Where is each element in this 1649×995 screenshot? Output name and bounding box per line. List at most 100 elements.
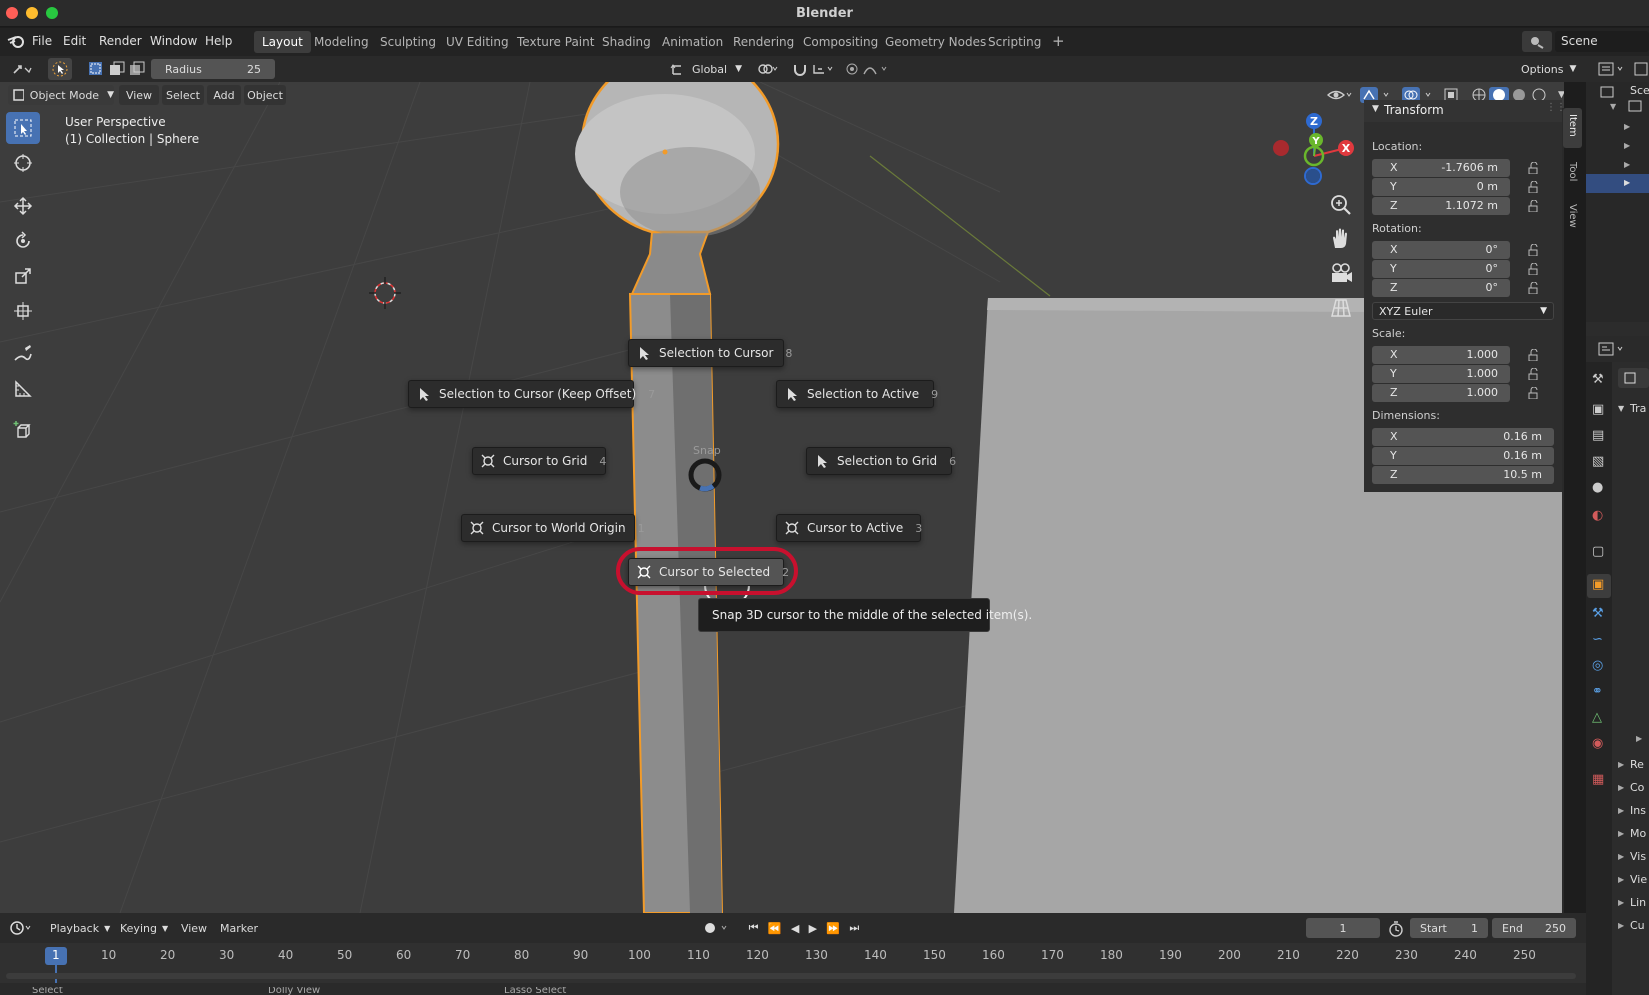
lock-icon[interactable] (1528, 368, 1540, 380)
object-properties-tab[interactable]: ▣ (1587, 574, 1611, 598)
play-reverse-icon[interactable]: ◀ (791, 922, 799, 935)
menu-file[interactable]: File (32, 34, 52, 48)
timeline-editor-type-button[interactable] (6, 918, 38, 938)
tab-rendering[interactable]: Rendering (725, 31, 802, 53)
lock-icon[interactable] (1528, 349, 1540, 361)
marker-menu[interactable]: Marker (216, 918, 262, 938)
lock-icon[interactable] (1528, 200, 1540, 212)
tool-annotate[interactable] (6, 338, 40, 370)
pan-view-hand-icon[interactable] (1328, 226, 1354, 252)
lock-icon[interactable] (1528, 387, 1540, 399)
jump-to-end-icon[interactable]: ⏭ (849, 921, 859, 935)
timeline-scrollbar[interactable] (6, 973, 1576, 979)
pie-cursor-to-world-origin[interactable]: Cursor to World Origin 1 (461, 514, 645, 542)
tab-layout[interactable]: Layout (254, 31, 311, 53)
render-properties-icon[interactable]: ▣ (1592, 402, 1604, 417)
output-properties-icon[interactable]: ▤ (1592, 428, 1604, 443)
properties-section-label[interactable]: Mo (1630, 827, 1646, 840)
dimensions-x-field[interactable]: X 0.16 m (1372, 428, 1554, 446)
end-frame-field[interactable]: End 250 (1492, 918, 1576, 938)
keying-menu[interactable]: Keying ▼ (114, 918, 172, 938)
tool-properties-icon[interactable]: ⚒ (1592, 372, 1604, 387)
scene-selector-button[interactable] (1522, 31, 1552, 52)
scene-properties-icon[interactable]: ● (1592, 480, 1603, 495)
pie-selection-to-grid[interactable]: Selection to Grid 6 (806, 447, 956, 475)
tab-shading[interactable]: Shading (594, 31, 659, 53)
chevron-right-icon[interactable]: ▶ (1624, 141, 1630, 150)
properties-section-label[interactable]: Vie (1630, 873, 1647, 886)
lock-icon[interactable] (1528, 244, 1540, 256)
camera-view-icon[interactable] (1328, 260, 1354, 286)
properties-section-label[interactable]: Vis (1630, 850, 1646, 863)
scale-x-field[interactable]: X 1.000 (1372, 346, 1510, 364)
proportional-edit-group[interactable] (842, 59, 896, 79)
scene-name-field[interactable]: Scene (1555, 31, 1649, 52)
rotation-y-field[interactable]: Y 0° (1372, 260, 1510, 278)
transform-panel-header[interactable]: ▼ Transform ⋮⋮ (1364, 100, 1566, 122)
tab-texture-paint[interactable]: Texture Paint (509, 31, 602, 53)
stopwatch-icon[interactable] (1388, 921, 1404, 937)
tab-view[interactable]: View (1563, 198, 1582, 236)
timeline-view-menu[interactable]: View (176, 918, 212, 938)
properties-section-label[interactable]: Re (1630, 758, 1644, 771)
playback-menu[interactable]: Playback ▼ (44, 918, 112, 938)
texture-checker-icon[interactable]: ▦ (1592, 772, 1604, 787)
tab-compositing[interactable]: Compositing (795, 31, 886, 53)
view-layer-icon[interactable]: ▧ (1592, 454, 1604, 469)
properties-section-label[interactable]: Co (1630, 781, 1644, 794)
rotation-x-field[interactable]: X 0° (1372, 241, 1510, 259)
active-tool-button[interactable] (48, 58, 72, 80)
chevron-down-icon[interactable]: ▼ (1558, 90, 1564, 100)
lock-icon[interactable] (1528, 282, 1540, 294)
chevron-right-icon[interactable]: ▶ (1624, 122, 1630, 131)
tool-move[interactable] (6, 190, 40, 222)
selection-mode-icon[interactable] (86, 59, 146, 79)
jump-to-start-icon[interactable]: ⏮ (749, 921, 759, 935)
blender-logo-icon[interactable] (7, 33, 25, 49)
tab-uv-editing[interactable]: UV Editing (438, 31, 517, 53)
3d-cursor-icon[interactable] (369, 277, 401, 309)
tool-transform[interactable] (6, 295, 40, 327)
menu-render[interactable]: Render (99, 34, 142, 48)
location-x-field[interactable]: X -1.7606 m (1372, 159, 1510, 177)
chevron-down-icon[interactable]: ▼ (1618, 404, 1624, 413)
object-menu[interactable]: Object (244, 85, 286, 105)
jump-to-keyframe-forward-icon[interactable]: ⏩ (826, 922, 840, 935)
physics-icon[interactable]: ◎ (1592, 658, 1603, 673)
perspective-grid-icon[interactable] (1328, 294, 1354, 320)
particles-icon[interactable]: ∽ (1592, 632, 1603, 647)
object-name-field[interactable] (1618, 368, 1649, 388)
chevron-down-icon[interactable]: ▼ (1610, 102, 1616, 111)
rotation-z-field[interactable]: Z 0° (1372, 279, 1510, 297)
start-frame-field[interactable]: Start 1 (1410, 918, 1488, 938)
tool-rotate[interactable] (6, 225, 40, 257)
chevron-right-icon[interactable]: ▶ (1636, 734, 1642, 743)
3d-viewport[interactable]: User Perspective (1) Collection | Sphere… (0, 82, 1564, 913)
properties-section-label[interactable]: Tra (1630, 402, 1646, 415)
editor-type-button[interactable] (6, 59, 38, 79)
play-icon[interactable]: ▶ (809, 922, 817, 935)
jump-to-keyframe-back-icon[interactable]: ⏪ (768, 922, 782, 935)
lock-icon[interactable] (1528, 263, 1540, 275)
select-menu[interactable]: Select (162, 85, 204, 105)
view-menu[interactable]: View (119, 85, 159, 105)
filter-icon[interactable] (1634, 61, 1649, 77)
chevron-right-icon[interactable]: ▶ (1624, 160, 1630, 169)
timeline-ruler[interactable]: 1 10 20 30 40 50 60 70 80 90 100 110 120… (0, 943, 1586, 983)
lock-icon[interactable] (1528, 162, 1540, 174)
zoom-view-icon[interactable] (1328, 192, 1354, 218)
tab-sculpting[interactable]: Sculpting (372, 31, 444, 53)
eye-icon[interactable] (1327, 87, 1353, 103)
pie-cursor-to-active[interactable]: Cursor to Active 3 (776, 514, 922, 542)
world-properties-icon[interactable]: ◐ (1592, 508, 1603, 523)
outliner-selected-row[interactable]: ▶ (1586, 174, 1649, 193)
properties-section-label[interactable]: Cu (1630, 919, 1645, 932)
outliner-editor-icon[interactable] (1598, 61, 1626, 77)
object-mode-dropdown[interactable]: Object Mode ▼ (8, 85, 114, 105)
pie-selection-to-active[interactable]: Selection to Active 9 (776, 380, 938, 408)
mesh-data-icon[interactable]: △ (1592, 710, 1602, 725)
material-icon[interactable]: ◉ (1592, 736, 1603, 751)
pivot-point-button[interactable] (754, 59, 782, 79)
pie-selection-to-cursor-keep-offset[interactable]: Selection to Cursor (Keep Offset) 7 (408, 380, 655, 408)
location-y-field[interactable]: Y 0 m (1372, 178, 1510, 196)
